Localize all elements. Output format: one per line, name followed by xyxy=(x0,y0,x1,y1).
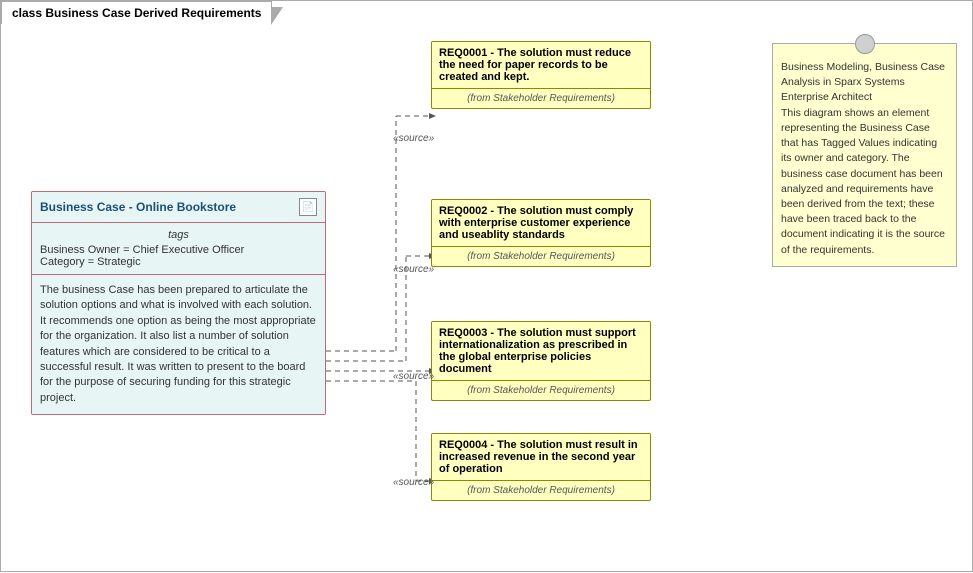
req4-header: REQ0004 - The solution must result in in… xyxy=(432,434,650,481)
req-box-3: REQ0003 - The solution must support inte… xyxy=(431,321,651,401)
req3-footer: (from Stakeholder Requirements) xyxy=(432,381,650,400)
req1-header: REQ0001 - The solution must reduce the n… xyxy=(432,42,650,89)
doc-icon: 📄 xyxy=(299,198,317,216)
diagram-title: class Business Case Derived Requirements xyxy=(1,1,272,24)
source-label-3: «source» xyxy=(393,371,434,382)
diagram-container: class Business Case Derived Requirements… xyxy=(0,0,973,572)
req-box-1: REQ0001 - The solution must reduce the n… xyxy=(431,41,651,109)
business-case-header: Business Case - Online Bookstore 📄 xyxy=(32,192,325,223)
req2-header: REQ0002 - The solution must comply with … xyxy=(432,200,650,247)
source-label-1: «source» xyxy=(393,133,434,144)
business-case-tags: tags Business Owner = Chief Executive Of… xyxy=(32,223,325,275)
req-box-4: REQ0004 - The solution must result in in… xyxy=(431,433,651,501)
source-label-4: «source» xyxy=(393,477,434,488)
business-case-box: Business Case - Online Bookstore 📄 tags … xyxy=(31,191,326,415)
note-box: Business Modeling, Business Case Analysi… xyxy=(772,43,957,267)
note-content: Business Modeling, Business Case Analysi… xyxy=(781,61,945,256)
req2-footer: (from Stakeholder Requirements) xyxy=(432,247,650,266)
note-circle-icon xyxy=(855,34,875,54)
note-text: Business Modeling, Business Case Analysi… xyxy=(781,60,948,258)
tag2: Category = Strategic xyxy=(40,256,317,268)
tags-label: tags xyxy=(40,229,317,241)
source-label-2: «source» xyxy=(393,264,434,275)
business-case-title: Business Case - Online Bookstore xyxy=(40,200,236,214)
req-box-2: REQ0002 - The solution must comply with … xyxy=(431,199,651,267)
req3-header: REQ0003 - The solution must support inte… xyxy=(432,322,650,381)
business-case-body: The business Case has been prepared to a… xyxy=(32,275,325,414)
req4-footer: (from Stakeholder Requirements) xyxy=(432,481,650,500)
tag1: Business Owner = Chief Executive Officer xyxy=(40,244,317,256)
req1-footer: (from Stakeholder Requirements) xyxy=(432,89,650,108)
